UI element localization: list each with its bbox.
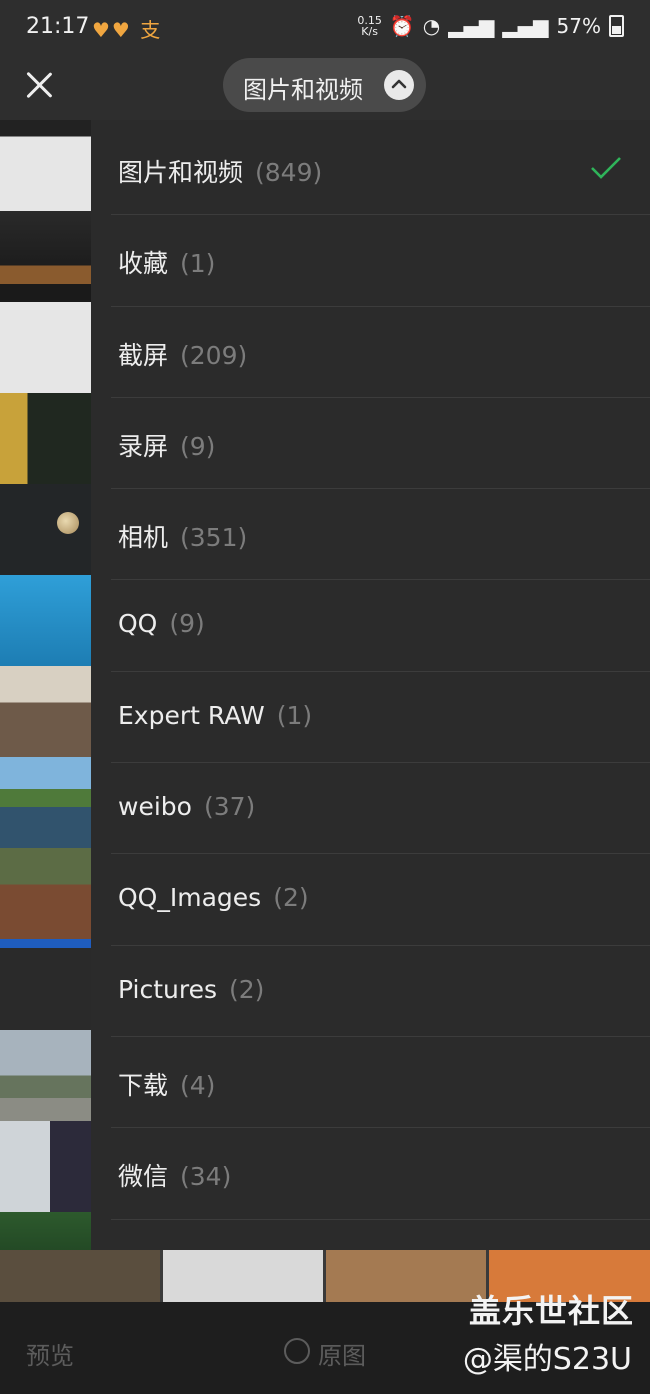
album-name: 图片和视频 bbox=[118, 158, 244, 187]
chevron-up-icon bbox=[384, 70, 414, 100]
album-row[interactable]: 微信 (34) bbox=[91, 1128, 650, 1220]
album-count: (2) bbox=[229, 974, 265, 1004]
album-label: weibo (37) bbox=[118, 792, 255, 821]
battery-icon bbox=[609, 15, 624, 37]
album-count: (4) bbox=[180, 1070, 216, 1100]
signal-2-icon: ▂▄▆ bbox=[502, 14, 549, 38]
album-count: (37) bbox=[203, 792, 256, 822]
signal-icon: ▂▄▆ bbox=[448, 14, 495, 38]
photo-thumbnail[interactable] bbox=[0, 575, 91, 666]
album-row[interactable]: 截屏 (209) bbox=[91, 307, 650, 399]
album-selector[interactable]: 图片和视频 bbox=[223, 58, 426, 112]
photo-thumbnail[interactable] bbox=[0, 1030, 91, 1121]
close-button[interactable] bbox=[22, 68, 56, 102]
album-label: 录屏 (9) bbox=[118, 427, 215, 463]
photo-thumbnail[interactable] bbox=[0, 848, 91, 939]
album-name: 下载 bbox=[118, 1070, 169, 1100]
photo-thumbnail[interactable] bbox=[0, 1121, 91, 1212]
album-label: 相机 (351) bbox=[118, 518, 247, 554]
album-label: QQ (9) bbox=[118, 609, 205, 638]
album-label: 截屏 (209) bbox=[118, 336, 247, 372]
album-row[interactable]: QQ (9) bbox=[91, 580, 650, 673]
album-name: 录屏 bbox=[118, 431, 169, 461]
photo-thumbnail[interactable] bbox=[0, 393, 91, 484]
album-count: (1) bbox=[180, 249, 216, 279]
photo-thumbnail[interactable] bbox=[0, 1250, 160, 1302]
album-row[interactable]: weibo (37) bbox=[91, 763, 650, 855]
photo-thumbnail[interactable] bbox=[0, 1212, 91, 1250]
watermark-user: @渠的S23U bbox=[462, 1342, 632, 1377]
photo-thumbnail[interactable] bbox=[0, 666, 91, 757]
album-row[interactable]: 图片和视频 (849) bbox=[91, 124, 650, 216]
net-speed: 0.15 K/s bbox=[357, 15, 382, 37]
watermark-title: 盖乐世社区 bbox=[468, 1292, 634, 1330]
status-bar: 21:17 ♥♥ 支 0.15 K/s ⏰ ◔ ▂▄▆ ▂▄▆ 57% bbox=[0, 0, 650, 56]
album-name: 截屏 bbox=[118, 340, 169, 370]
check-icon bbox=[591, 157, 621, 179]
album-label: 微信 (34) bbox=[118, 1157, 231, 1193]
photo-thumbnail[interactable] bbox=[0, 939, 91, 1030]
photo-thumbnail[interactable] bbox=[0, 211, 91, 302]
album-name: 收藏 bbox=[118, 249, 169, 279]
album-row[interactable]: 录屏 (9) bbox=[91, 398, 650, 490]
album-row[interactable]: 相机 (351) bbox=[91, 489, 650, 581]
photo-thumbnail[interactable] bbox=[0, 120, 91, 211]
top-bar: 图片和视频 bbox=[0, 56, 650, 120]
album-row[interactable]: 下载 (4) bbox=[91, 1037, 650, 1129]
photo-thumbnail[interactable] bbox=[0, 757, 91, 848]
album-count: (9) bbox=[180, 431, 216, 461]
album-row[interactable]: Pictures (2) bbox=[91, 946, 650, 1038]
album-count: (2) bbox=[273, 883, 309, 913]
photo-thumbnail[interactable] bbox=[0, 484, 91, 575]
album-row[interactable]: 收藏 (1) bbox=[91, 215, 650, 307]
album-selector-label: 图片和视频 bbox=[243, 76, 363, 104]
photo-thumbnail[interactable] bbox=[0, 302, 91, 393]
album-name: Expert RAW bbox=[118, 700, 265, 730]
album-count: (209) bbox=[180, 340, 248, 370]
original-label[interactable]: 原图 bbox=[318, 1336, 366, 1371]
status-right-group: 0.15 K/s ⏰ ◔ ▂▄▆ ▂▄▆ 57% bbox=[357, 14, 624, 38]
alarm-icon: ⏰ bbox=[389, 14, 415, 38]
original-radio[interactable] bbox=[284, 1338, 310, 1364]
album-name: 相机 bbox=[118, 523, 169, 553]
album-list: 图片和视频 (849) 收藏 (1) 截屏 (209) 录屏 (9) 相机 (351) QQ (9) E… bbox=[91, 124, 650, 1220]
album-label: 图片和视频 (849) bbox=[118, 153, 322, 189]
album-count: (1) bbox=[276, 700, 313, 730]
photo-thumbnail[interactable] bbox=[163, 1250, 323, 1302]
album-label: 下载 (4) bbox=[118, 1066, 215, 1102]
album-label: QQ_Images (2) bbox=[118, 883, 309, 912]
album-count: (849) bbox=[255, 158, 323, 187]
status-time: 21:17 bbox=[26, 14, 90, 39]
album-name: QQ bbox=[118, 609, 158, 639]
wifi-icon: ◔ bbox=[422, 14, 441, 38]
album-row[interactable]: QQ_Images (2) bbox=[91, 854, 650, 946]
album-name: 微信 bbox=[118, 1162, 169, 1192]
notification-icons: ♥♥ 支 bbox=[92, 18, 163, 42]
album-count: (34) bbox=[180, 1162, 232, 1192]
photo-thumbnail[interactable] bbox=[326, 1250, 486, 1302]
album-name: weibo bbox=[118, 792, 192, 822]
album-label: Expert RAW (1) bbox=[118, 701, 312, 730]
album-name: QQ_Images bbox=[118, 883, 262, 913]
photo-grid-column bbox=[0, 120, 91, 1250]
album-label: 收藏 (1) bbox=[118, 244, 215, 280]
battery-percent: 57% bbox=[556, 14, 601, 38]
album-count: (9) bbox=[169, 609, 205, 639]
album-name: Pictures bbox=[118, 974, 217, 1004]
album-label: Pictures (2) bbox=[118, 975, 264, 1004]
net-speed-unit: K/s bbox=[361, 25, 378, 38]
album-count: (351) bbox=[180, 523, 248, 553]
preview-button[interactable]: 预览 bbox=[26, 1336, 74, 1371]
album-row[interactable]: Expert RAW (1) bbox=[91, 672, 650, 764]
